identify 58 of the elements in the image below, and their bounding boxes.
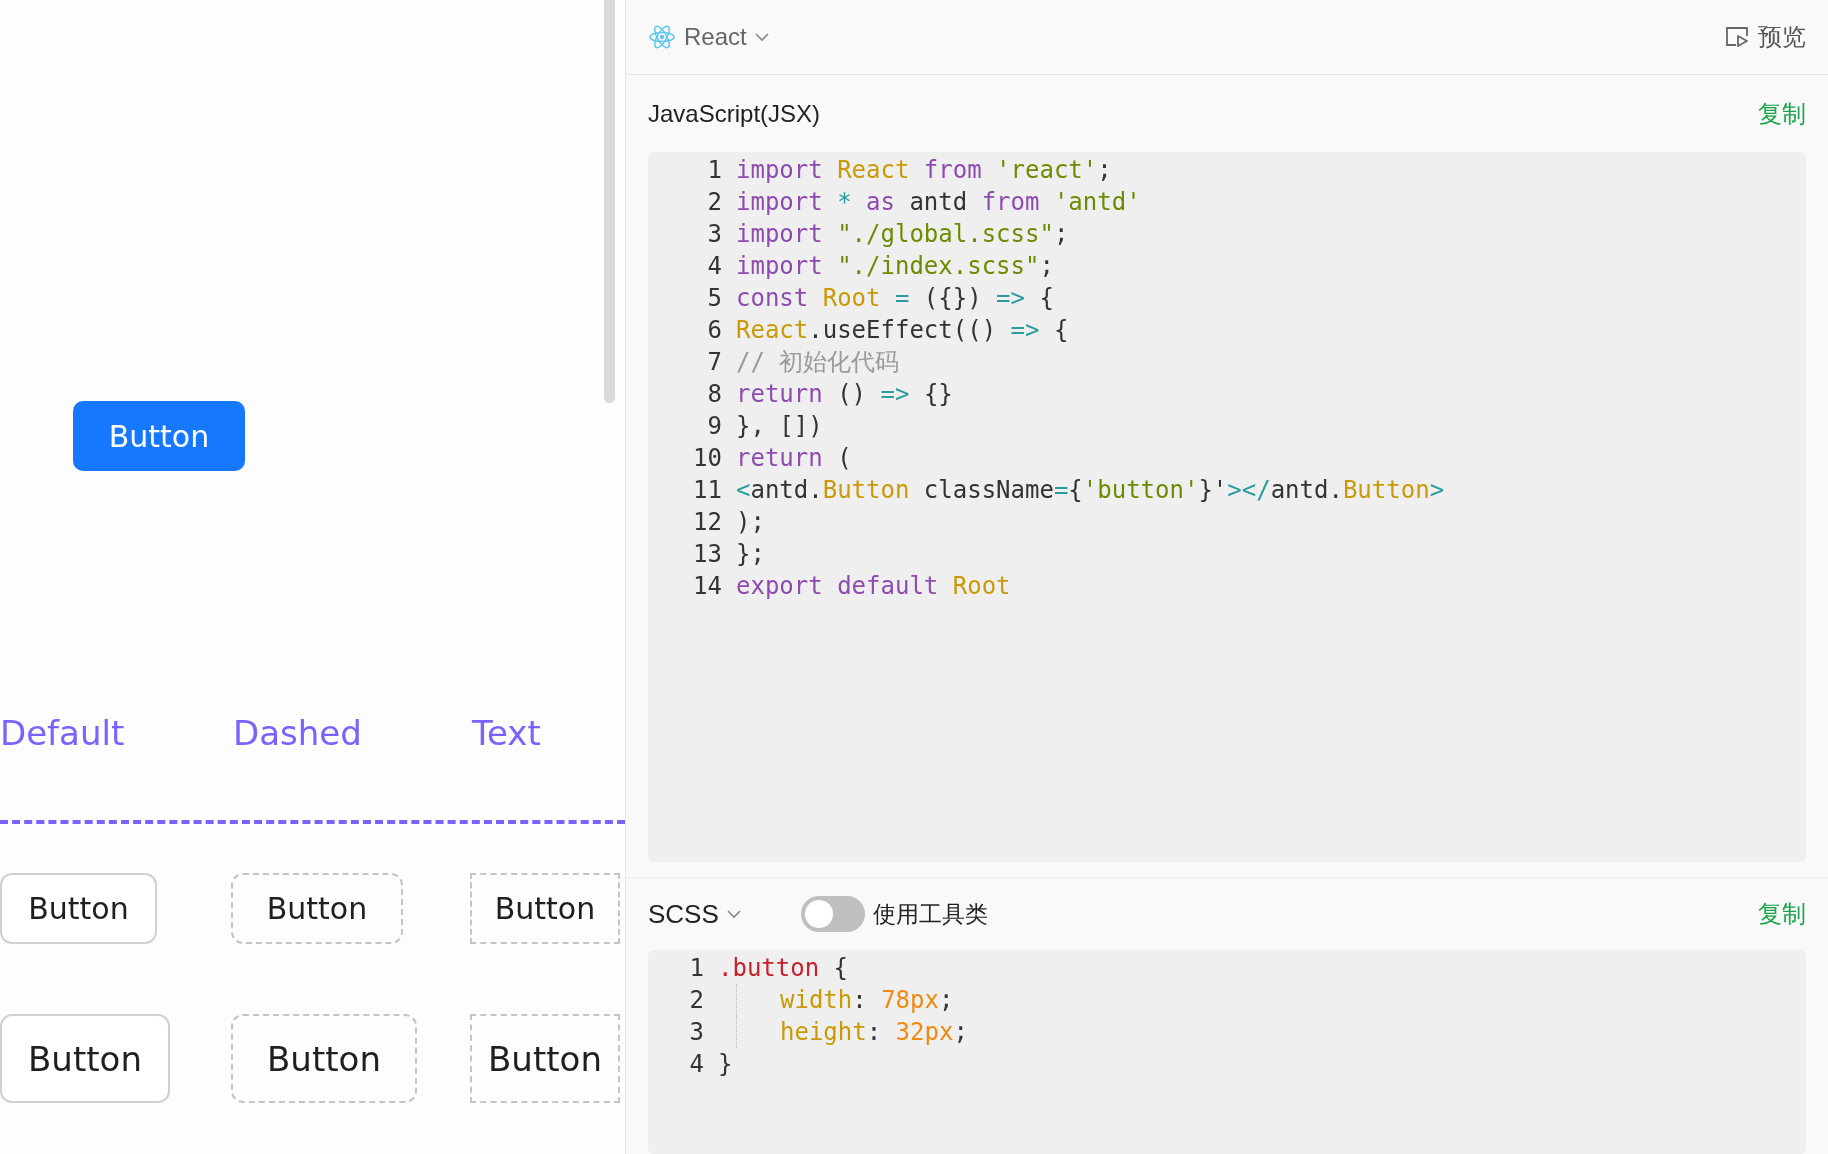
column-heading: Text xyxy=(472,713,541,753)
chevron-down-icon xyxy=(754,32,769,42)
code-line: width: 78px; xyxy=(780,985,954,1016)
code-line: export default Root xyxy=(736,571,1011,602)
line-number: 12 xyxy=(692,507,723,538)
canvas-button[interactable]: Button xyxy=(470,1014,620,1103)
code-line: }, []) xyxy=(736,411,823,442)
canvas-button[interactable]: Button xyxy=(231,1014,417,1103)
code-line: } xyxy=(718,1049,733,1080)
line-number: 1 xyxy=(706,155,723,186)
code-line: import "./global.scss"; xyxy=(736,219,1069,250)
atom-icon xyxy=(648,24,676,50)
line-number: 7 xyxy=(706,347,723,378)
line-number: 3 xyxy=(706,219,723,250)
code-line: height: 32px; xyxy=(780,1017,968,1048)
code-editor[interactable]: 1 .button { 2 width: 78px; 3 height: 32px; 4 } xyxy=(648,950,1806,1154)
line-number: 3 xyxy=(688,1017,705,1048)
canvas-button[interactable]: Button xyxy=(0,873,157,944)
toggle-switch[interactable] xyxy=(800,896,865,932)
code-line: ); xyxy=(736,507,765,538)
code-line: return () => {} xyxy=(736,379,953,410)
line-number: 2 xyxy=(706,187,723,218)
framework-select[interactable]: React xyxy=(648,23,769,51)
column-heading: Default xyxy=(0,713,125,753)
canvas-button[interactable]: Button xyxy=(470,873,620,944)
line-number: 14 xyxy=(692,571,723,602)
column-heading: Dashed xyxy=(233,713,362,753)
primary-button[interactable]: Button xyxy=(73,401,245,471)
code-line: React.useEffect(() => { xyxy=(736,315,1069,346)
preview-button[interactable]: 预览 xyxy=(1724,21,1806,53)
line-number: 4 xyxy=(688,1049,705,1080)
code-line: .button { xyxy=(718,953,849,984)
canvas-button[interactable]: Button xyxy=(231,873,403,944)
preview-icon xyxy=(1724,25,1750,49)
line-number: 5 xyxy=(706,283,723,314)
code-line: // 初始化代码 xyxy=(736,347,900,378)
code-line: const Root = ({}) => { xyxy=(736,283,1054,314)
language-select[interactable]: SCSS xyxy=(648,898,741,930)
line-number: 11 xyxy=(692,475,723,506)
code-line: return ( xyxy=(736,443,852,474)
line-number: 6 xyxy=(706,315,723,346)
line-number: 13 xyxy=(692,539,723,570)
section-title: JavaScript(JSX) xyxy=(648,99,821,128)
code-line: }; xyxy=(736,539,765,570)
chevron-down-icon xyxy=(726,909,741,919)
code-line: import React from 'react'; xyxy=(736,155,1112,186)
line-number: 8 xyxy=(706,379,723,410)
line-number: 9 xyxy=(706,411,723,442)
line-number: 4 xyxy=(706,251,723,282)
code-line: import * as antd from 'antd' xyxy=(736,187,1141,218)
scrollbar[interactable] xyxy=(604,0,615,403)
toggle-label: 使用工具类 xyxy=(872,899,988,929)
code-line: import "./index.scss"; xyxy=(736,251,1054,282)
canvas-button[interactable]: Button xyxy=(0,1014,170,1103)
line-number: 2 xyxy=(688,985,705,1016)
code-line: <antd.Button className={'button'}'></antd.Button> xyxy=(736,475,1445,506)
line-number: 10 xyxy=(692,443,723,474)
line-number: 1 xyxy=(688,953,705,984)
